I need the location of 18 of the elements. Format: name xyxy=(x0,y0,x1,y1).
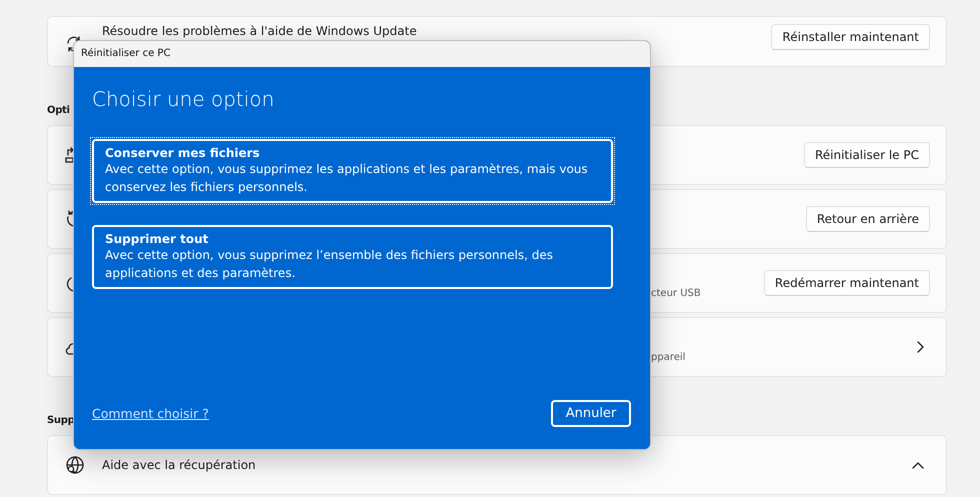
chevron-right-icon xyxy=(916,341,924,353)
dialog-heading: Choisir une option xyxy=(92,87,276,111)
globe-search-icon xyxy=(65,455,85,475)
option-button[interactable]: Supprimer tout Avec cette option, vous supprimez l’ensemble des fichiers personnels, des applications et des paramètres. xyxy=(90,223,615,291)
option-button[interactable]: Conserver mes fichiers Avec cette option, vous supprimez les applications et les paramètres, mais vous conservez les fichiers personnels. xyxy=(90,137,615,205)
cancel-button[interactable]: Annuler xyxy=(551,400,631,427)
section-heading: Supp xyxy=(47,415,76,426)
action-button[interactable]: Redémarrer maintenant xyxy=(764,270,930,296)
action-button[interactable]: Retour en arrière xyxy=(806,206,930,232)
card-title: Aide avec la récupération xyxy=(102,458,257,472)
section-heading: Opti xyxy=(47,105,71,116)
dialog-title: Réinitialiser ce PC xyxy=(74,41,650,67)
action-button[interactable]: Réinitialiser le PC xyxy=(804,142,930,168)
card-subtitle: cteur USB xyxy=(651,288,701,299)
card-title: Résoudre les problèmes à l'aide de Windows Update xyxy=(102,24,418,38)
reinstall-button[interactable]: Réinstaller maintenant xyxy=(771,24,930,50)
card-subtitle: ppareil xyxy=(651,352,686,363)
help-link[interactable]: Comment choisir ? xyxy=(92,406,209,421)
